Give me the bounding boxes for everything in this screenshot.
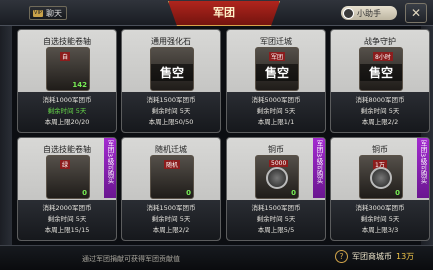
item-info: 消耗1500军团币 剩余时间 5天 本周上限5/5 <box>227 200 325 240</box>
item-time: 剩余时间 5天 <box>47 215 87 223</box>
item-name: 铜币 <box>268 145 284 154</box>
item-info: 消耗1500军团币 剩余时间 5天 本周上限2/2 <box>122 200 220 240</box>
level-ribbon: 军团3级可购买 <box>417 138 429 198</box>
shop-card[interactable]: 铜币 1万 0 军团3级可购买 消耗3000军团币 剩余时间 5天 本周上限3/… <box>330 137 430 241</box>
item-cost: 消耗1500军团币 <box>146 204 196 212</box>
shop-card[interactable]: 自选技能卷轴 绿 0 军团3级可购买 消耗2000军团币 剩余时间 5天 本周上… <box>17 137 117 241</box>
item-name: 铜币 <box>372 145 388 154</box>
item-name: 军团迁城 <box>260 37 292 46</box>
item-count: 0 <box>186 189 191 197</box>
item-info: 消耗3000军团币 剩余时间 5天 本周上限3/3 <box>331 200 429 240</box>
shop-card[interactable]: 战争守护 8小时 售空 消耗8000军团币 剩余时间 5天 本周上限2/2 <box>330 29 430 133</box>
item-count: 0 <box>291 189 296 197</box>
donation-hint: 通过军团捐献可获得军团贡献值 <box>82 255 180 263</box>
item-info: 消耗1500军团币 剩余时间 5天 本周上限50/50 <box>122 92 220 132</box>
left-frame <box>0 26 12 251</box>
sold-out-label: 售空 <box>151 64 193 81</box>
shop-card[interactable]: 铜币 5000 0 军团3级可购买 消耗1500军团币 剩余时间 5天 本周上限… <box>226 137 326 241</box>
item-limit: 本周上限50/50 <box>148 118 194 126</box>
item-time: 剩余时间 5天 <box>360 107 400 115</box>
item-icon: 绿 0 <box>46 155 90 199</box>
item-icon: 8小时 售空 <box>359 47 403 91</box>
item-name: 自选技能卷轴 <box>43 145 91 154</box>
item-time: 剩余时间 5天 <box>360 215 400 223</box>
coin-icon <box>266 167 288 189</box>
bottom-bar: 通过军团捐献可获得军团贡献值 ? 军团商城币 13万 <box>0 245 433 270</box>
item-time: 剩余时间 5天 <box>256 107 296 115</box>
helper-button[interactable]: 小助手 <box>341 6 397 20</box>
shop-currency[interactable]: ? 军团商城币 13万 <box>335 250 414 263</box>
currency-value: 13万 <box>396 252 415 261</box>
item-badge: 自 <box>60 52 71 61</box>
close-button[interactable]: ✕ <box>405 3 427 23</box>
chat-label: 聊天 <box>46 8 62 18</box>
item-info: 消耗8000军团币 剩余时间 5天 本周上限2/2 <box>331 92 429 132</box>
item-limit: 本周上限1/1 <box>257 118 295 126</box>
level-ribbon: 军团3级可购买 <box>104 138 116 198</box>
item-icon: 军团 售空 <box>255 47 299 91</box>
item-cost: 消耗8000军团币 <box>355 96 405 104</box>
item-icon: 售空 <box>150 47 194 91</box>
level-ribbon: 军团3级可购买 <box>313 138 325 198</box>
item-limit: 本周上限2/2 <box>152 226 190 234</box>
item-info: 消耗1000军团币 剩余时间 5天 本周上限20/20 <box>18 92 116 132</box>
shop-card[interactable]: 军团迁城 军团 售空 消耗5000军团币 剩余时间 5天 本周上限1/1 <box>226 29 326 133</box>
item-info: 消耗2000军团币 剩余时间 5天 本周上限15/15 <box>18 200 116 240</box>
item-name: 随机迁城 <box>155 145 187 154</box>
item-cost: 消耗5000军团币 <box>251 96 301 104</box>
item-name: 自选技能卷轴 <box>43 37 91 46</box>
shop-card[interactable]: 自选技能卷轴 自 142 消耗1000军团币 剩余时间 5天 本周上限20/20 <box>17 29 117 133</box>
item-badge: 8小时 <box>373 52 393 61</box>
page-title: 军团 <box>168 1 280 26</box>
item-badge: 随机 <box>164 160 181 169</box>
item-badge: 军团 <box>269 52 286 61</box>
currency-label: 军团商城币 <box>352 252 392 261</box>
item-cost: 消耗3000军团币 <box>355 204 405 212</box>
helper-label: 小助手 <box>357 8 381 18</box>
item-limit: 本周上限2/2 <box>361 118 399 126</box>
item-badge: 5000 <box>269 160 289 167</box>
item-cost: 消耗1000军团币 <box>42 96 92 104</box>
item-icon: 1万 0 <box>359 155 403 199</box>
sold-out-label: 售空 <box>360 64 402 81</box>
shop-card[interactable]: 随机迁城 随机 0 消耗1500军团币 剩余时间 5天 本周上限2/2 <box>121 137 221 241</box>
item-count: 0 <box>395 189 400 197</box>
item-icon: 5000 0 <box>255 155 299 199</box>
item-limit: 本周上限5/5 <box>257 226 295 234</box>
item-time: 剩余时间 5天 <box>256 215 296 223</box>
coin-icon <box>370 167 392 189</box>
help-icon[interactable]: ? <box>335 250 348 263</box>
item-count: 0 <box>82 189 87 197</box>
item-badge: 绿 <box>60 160 71 169</box>
item-info: 消耗5000军团币 剩余时间 5天 本周上限1/1 <box>227 92 325 132</box>
item-time: 剩余时间 5天 <box>47 107 87 115</box>
item-limit: 本周上限20/20 <box>44 118 90 126</box>
chat-button[interactable]: VIP 聊天 <box>29 6 67 20</box>
shop-card[interactable]: 通用强化石 售空 消耗1500军团币 剩余时间 5天 本周上限50/50 <box>121 29 221 133</box>
item-time: 剩余时间 5天 <box>151 215 191 223</box>
item-name: 通用强化石 <box>151 37 191 46</box>
item-name: 战争守护 <box>364 37 396 46</box>
item-limit: 本周上限3/3 <box>361 226 399 234</box>
item-count: 142 <box>72 81 87 89</box>
item-icon: 随机 0 <box>150 155 194 199</box>
item-cost: 消耗1500军团币 <box>251 204 301 212</box>
item-cost: 消耗2000军团币 <box>42 204 92 212</box>
item-limit: 本周上限15/15 <box>44 226 90 234</box>
item-cost: 消耗1500军团币 <box>146 96 196 104</box>
item-icon: 自 142 <box>46 47 90 91</box>
avatar <box>343 7 354 19</box>
vip-icon: VIP <box>33 9 43 17</box>
sold-out-label: 售空 <box>256 64 298 81</box>
top-bar: VIP 聊天 军团 小助手 ✕ <box>0 0 433 26</box>
item-time: 剩余时间 5天 <box>151 107 191 115</box>
